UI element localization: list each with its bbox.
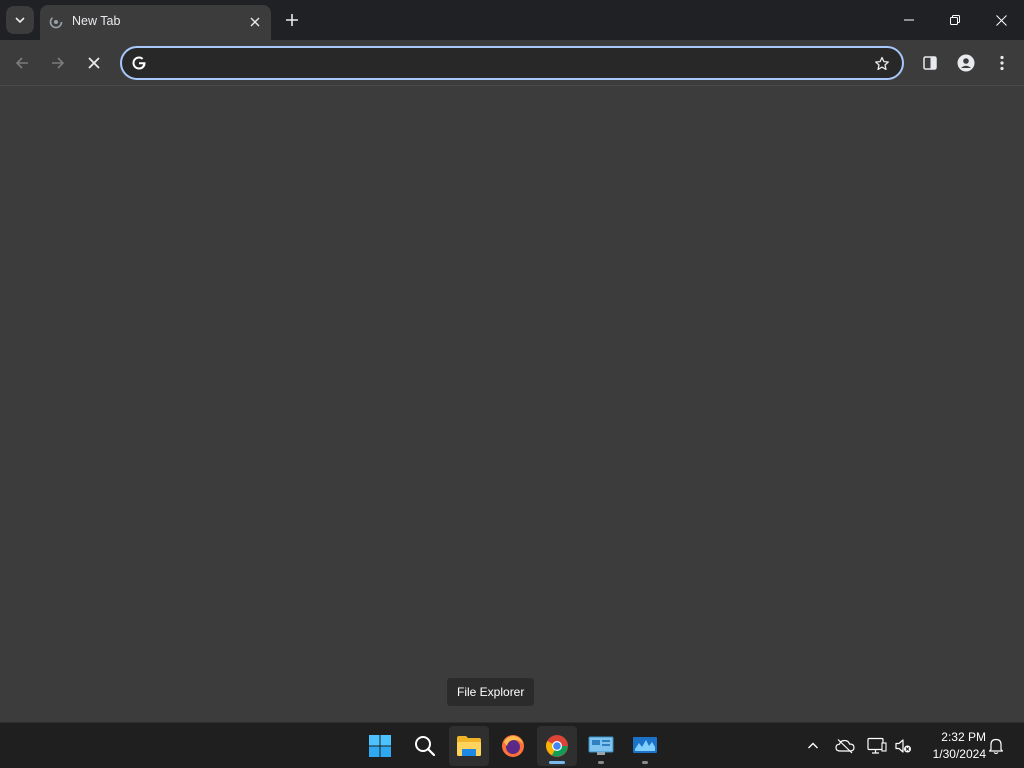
chrome-icon xyxy=(546,735,568,757)
file-explorer-icon xyxy=(457,736,481,756)
back-button[interactable] xyxy=(6,47,38,79)
chevron-up-icon xyxy=(808,742,818,749)
side-panel-button[interactable] xyxy=(914,47,946,79)
clock-date: 1/30/2024 xyxy=(932,747,986,761)
onedrive-tray-button[interactable] xyxy=(833,734,857,758)
side-panel-icon xyxy=(923,56,937,70)
taskbar-monitor-app[interactable] xyxy=(625,726,665,766)
address-bar[interactable] xyxy=(120,46,904,80)
menu-button[interactable] xyxy=(986,47,1018,79)
taskbar-file-explorer[interactable] xyxy=(449,726,489,766)
running-app-indicator xyxy=(598,761,604,764)
control-panel-icon xyxy=(588,736,614,755)
start-button[interactable] xyxy=(360,726,400,766)
close-icon xyxy=(88,57,100,69)
browser-toolbar xyxy=(0,40,1024,86)
google-g-icon xyxy=(132,56,146,70)
volume-muted-icon xyxy=(895,739,911,753)
minimize-button[interactable] xyxy=(886,0,932,40)
loading-spinner-icon xyxy=(49,15,63,29)
close-icon xyxy=(995,14,1007,26)
taskbar-chrome[interactable] xyxy=(537,726,577,766)
more-vertical-icon xyxy=(1000,55,1004,71)
minimize-icon xyxy=(904,19,914,21)
search-icon xyxy=(415,736,436,757)
tab-title: New Tab xyxy=(72,14,121,28)
address-input[interactable] xyxy=(158,52,858,74)
cloud-offline-icon xyxy=(835,739,855,754)
star-icon xyxy=(875,56,889,71)
bookmark-star-button[interactable] xyxy=(870,52,894,76)
new-tab-button[interactable] xyxy=(280,8,304,32)
arrow-left-icon xyxy=(15,57,28,69)
network-icon xyxy=(867,737,887,754)
bell-icon xyxy=(988,738,1004,755)
network-tray-button[interactable] xyxy=(865,734,889,758)
notifications-button[interactable] xyxy=(984,734,1008,758)
windows-start-icon xyxy=(369,735,391,757)
restore-button[interactable] xyxy=(932,0,978,40)
page-content xyxy=(0,87,1024,722)
tab-close-button[interactable] xyxy=(246,13,264,31)
arrow-right-icon xyxy=(52,57,65,69)
plus-icon xyxy=(286,14,298,26)
taskbar: 2:32 PM 1/30/2024 xyxy=(0,722,1024,768)
taskbar-tooltip: File Explorer xyxy=(446,677,536,707)
running-app-indicator xyxy=(642,761,648,764)
close-window-button[interactable] xyxy=(978,0,1024,40)
desktop-screen: New Tab File Explorer 2:32 PM 1/30/2024 xyxy=(0,0,1024,768)
close-icon xyxy=(250,17,260,27)
chevron-down-icon xyxy=(15,17,25,24)
show-hidden-icons-button[interactable] xyxy=(801,734,825,758)
clock-time: 2:32 PM xyxy=(941,730,986,744)
firefox-icon xyxy=(502,735,524,757)
stop-loading-button[interactable] xyxy=(78,47,110,79)
taskbar-control-panel[interactable] xyxy=(581,726,621,766)
taskbar-search-button[interactable] xyxy=(405,726,445,766)
taskbar-firefox[interactable] xyxy=(493,726,533,766)
monitor-app-icon xyxy=(633,737,657,753)
taskbar-clock[interactable]: 2:32 PM 1/30/2024 xyxy=(920,729,986,763)
volume-tray-button[interactable] xyxy=(891,734,915,758)
avatar-icon xyxy=(957,54,975,72)
forward-button[interactable] xyxy=(42,47,74,79)
browser-tab-strip: New Tab xyxy=(0,0,1024,40)
restore-icon xyxy=(950,15,960,25)
active-app-indicator xyxy=(549,761,565,764)
tab-new-tab[interactable]: New Tab xyxy=(40,5,271,40)
tab-search-button[interactable] xyxy=(6,6,34,34)
profile-button[interactable] xyxy=(950,47,982,79)
